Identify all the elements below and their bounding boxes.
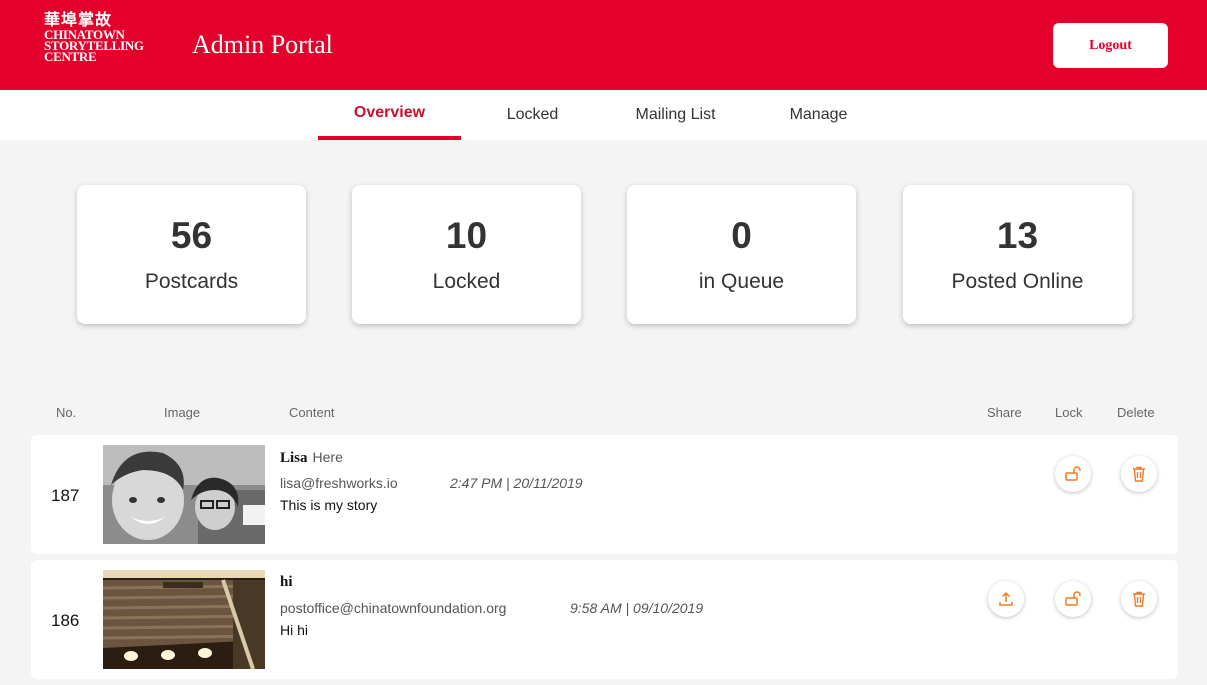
tab-overview[interactable]: Overview — [318, 90, 461, 140]
row-number: 186 — [51, 611, 80, 630]
author-email: lisa@freshworks.io — [280, 475, 398, 491]
column-header-image: Image — [164, 405, 201, 420]
postcard-subtitle: Here — [312, 449, 343, 465]
logo[interactable]: 華埠掌故 CHINATOWN STORYTELLING CENTRE — [44, 12, 168, 70]
stat-value: 10 — [445, 215, 488, 256]
delete-button[interactable] — [1121, 456, 1157, 492]
table-row[interactable]: 187 Lisa Here lisa@freshworks.io 2:47 PM … — [31, 435, 1178, 554]
author-name: hi — [280, 574, 293, 591]
header: 華埠掌故 CHINATOWN STORYTELLING CENTRE Admin… — [0, 0, 1207, 90]
lock-button[interactable] — [1055, 456, 1091, 492]
tab-manage[interactable]: Manage — [747, 90, 890, 140]
share-button[interactable] — [988, 581, 1024, 617]
stat-label: Postcards — [144, 270, 239, 293]
table-row[interactable]: 186 hi postoffice@chinatownfoundation.or… — [31, 560, 1178, 679]
timestamp: 2:47 PM | 20/11/2019 — [450, 475, 583, 491]
stat-label: in Queue — [698, 270, 785, 293]
trash-icon — [1133, 591, 1145, 607]
stat-value: 56 — [170, 215, 213, 256]
trash-icon — [1133, 466, 1145, 482]
ceiling-photo[interactable] — [103, 570, 265, 669]
stat-label: Posted Online — [951, 270, 1084, 293]
stat-value: 0 — [731, 215, 752, 256]
stat-card-postcards: 56 Postcards — [77, 185, 306, 324]
column-header-share: Share — [987, 405, 1022, 420]
unlock-icon — [1065, 591, 1081, 606]
stat-card-posted-online: 13 Posted Online — [903, 185, 1132, 324]
logout-button[interactable]: Logout — [1053, 23, 1168, 68]
tab-bar: Overview Locked Mailing List Manage — [0, 90, 1207, 140]
stat-card-in-queue: 0 in Queue — [627, 185, 856, 324]
timestamp: 9:58 AM | 09/10/2019 — [570, 600, 704, 616]
column-header-content: Content — [289, 405, 335, 420]
author-name: Lisa Here — [280, 449, 343, 467]
stat-card-locked: 10 Locked — [352, 185, 581, 324]
page-title: Admin Portal — [192, 30, 333, 59]
author-name-text: hi — [280, 574, 293, 590]
upload-icon — [999, 591, 1013, 606]
stat-label: Locked — [432, 270, 501, 293]
postcard-text: Hi hi — [280, 622, 309, 638]
unlock-icon — [1065, 466, 1081, 481]
selfie-photo[interactable] — [103, 445, 265, 544]
row-number: 187 — [51, 486, 80, 505]
author-name-text: Lisa — [280, 450, 308, 466]
author-email: postoffice@chinatownfoundation.org — [280, 600, 507, 616]
lock-button[interactable] — [1055, 581, 1091, 617]
delete-button[interactable] — [1121, 581, 1157, 617]
column-header-no: No. — [56, 405, 77, 420]
tab-mailing-list[interactable]: Mailing List — [604, 90, 747, 140]
column-header-lock: Lock — [1055, 405, 1083, 420]
postcard-text: This is my story — [280, 497, 378, 513]
tab-locked[interactable]: Locked — [461, 90, 604, 140]
stat-value: 13 — [996, 215, 1039, 256]
column-header-delete: Delete — [1117, 405, 1155, 420]
